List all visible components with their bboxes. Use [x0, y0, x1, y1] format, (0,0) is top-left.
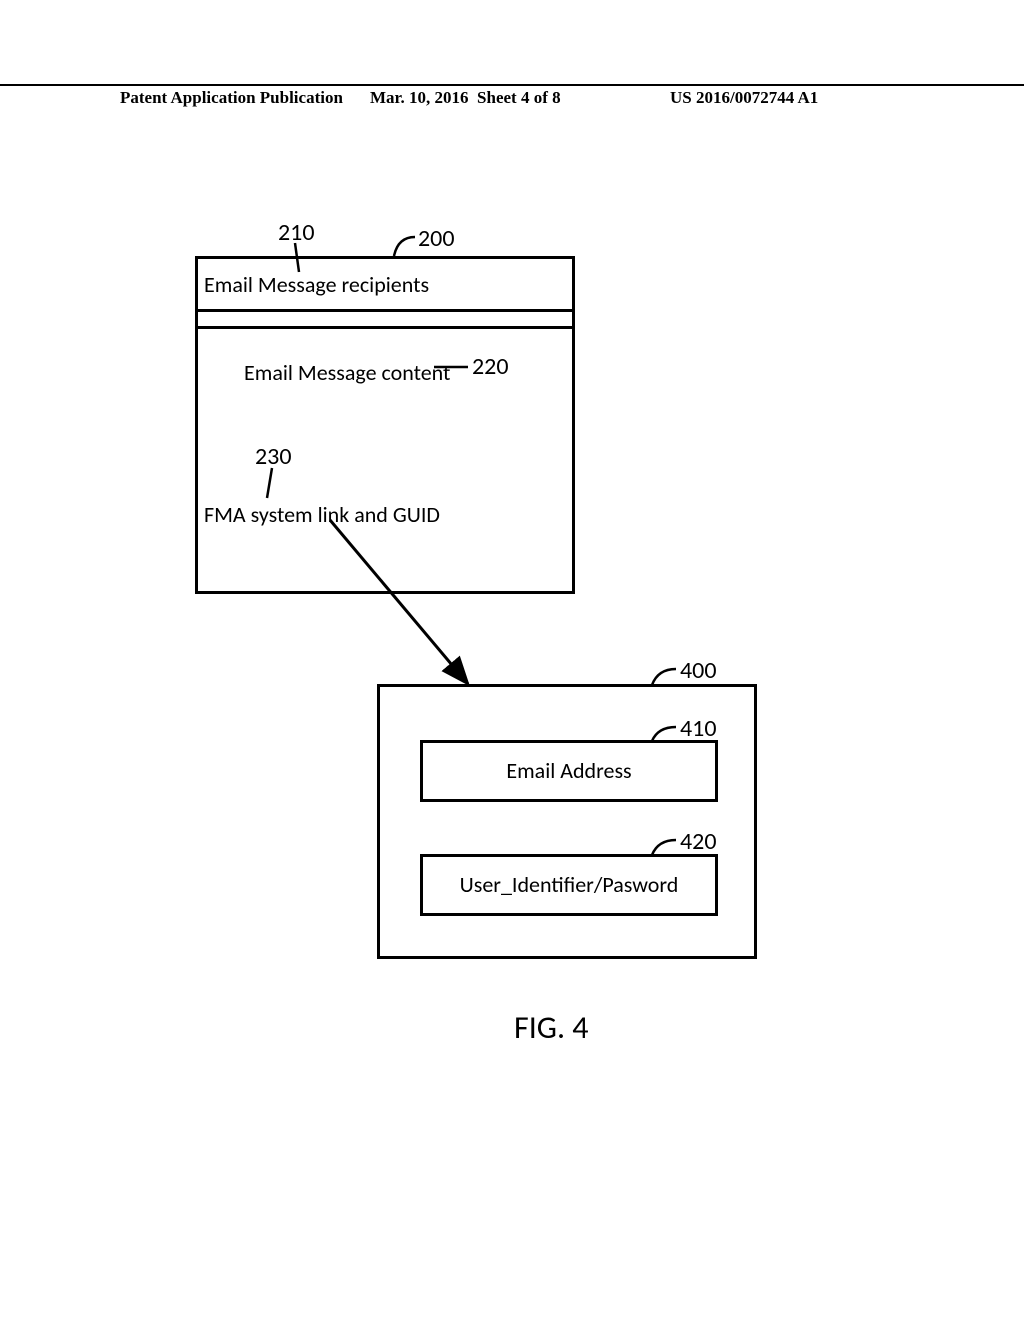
ref-410: 410: [680, 714, 717, 743]
ref-420: 420: [680, 827, 717, 856]
email-message-box: Email Message recipients Email Message c…: [195, 256, 575, 594]
user-password-field-label: User_Identifier/Pasword: [460, 871, 679, 898]
ref-200: 200: [418, 224, 455, 253]
header-sheet: Sheet 4 of 8: [477, 88, 561, 107]
header-publication-type: Patent Application Publication: [120, 88, 343, 108]
email-address-field-label: Email Address: [506, 757, 631, 784]
email-box-divider: [198, 309, 572, 329]
ref-230: 230: [255, 442, 292, 471]
header-date: Mar. 10, 2016: [370, 88, 469, 107]
ref-210: 210: [278, 218, 315, 247]
ref-220: 220: [472, 352, 509, 381]
figure-label: FIG. 4: [514, 1008, 588, 1047]
email-address-field[interactable]: Email Address: [420, 740, 718, 802]
email-content-label: Email Message content: [244, 359, 450, 386]
fma-link-label: FMA system link and GUID: [204, 501, 440, 528]
leadlines-overlay: [0, 0, 1024, 1320]
ref-400: 400: [680, 656, 717, 685]
header-pub-number: US 2016/0072744 A1: [670, 88, 818, 108]
header-rule: [0, 84, 1024, 86]
patent-figure-page: Patent Application Publication Mar. 10, …: [0, 0, 1024, 1320]
email-recipients-label: Email Message recipients: [204, 271, 429, 298]
header-date-sheet: Mar. 10, 2016 Sheet 4 of 8: [370, 88, 561, 108]
user-password-field[interactable]: User_Identifier/Pasword: [420, 854, 718, 916]
